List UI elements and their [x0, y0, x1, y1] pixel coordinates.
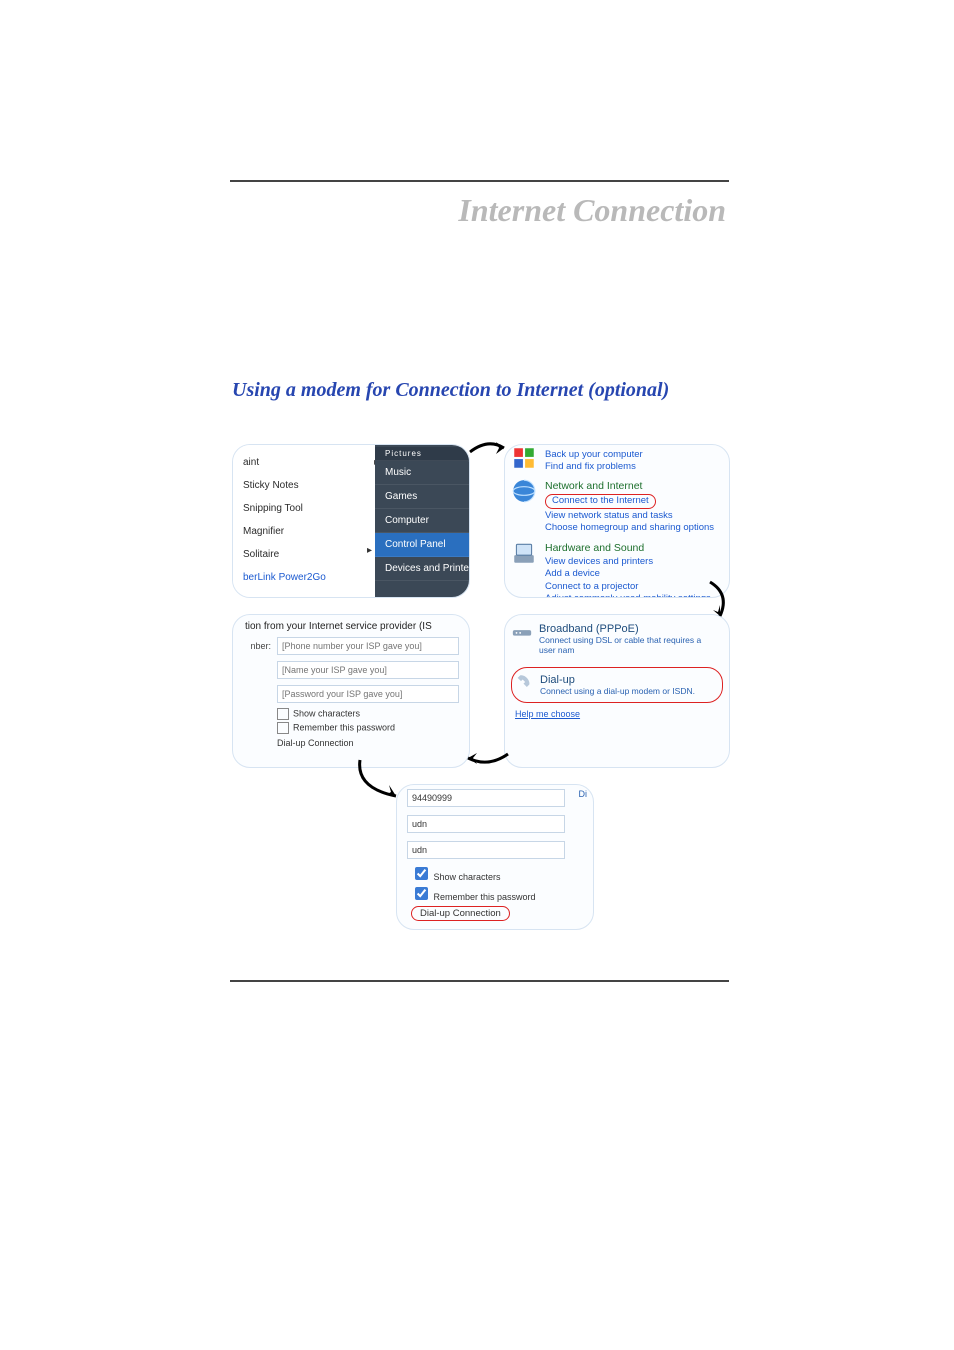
username-input-filled[interactable]	[407, 815, 565, 833]
cp-link-adddev[interactable]: Add a device	[545, 568, 719, 580]
option-dialup[interactable]: Dial-up Connect using a dial-up modem or…	[511, 667, 723, 703]
show-chars-label-filled: Show characters	[434, 872, 501, 882]
cp-cat-hardware[interactable]: Hardware and Sound	[545, 542, 644, 554]
broadband-icon	[511, 621, 533, 643]
start-item-paint[interactable]: aint	[243, 451, 385, 474]
cp-link-mobility[interactable]: Adjust commonly used mobility settings	[545, 593, 719, 598]
broadband-sub: Connect using DSL or cable that requires…	[539, 635, 719, 655]
section-heading: Using a modem for Connection to Internet…	[232, 376, 726, 404]
chapter-title: Internet Connection	[458, 192, 726, 229]
cp-link-netstatus[interactable]: View network status and tasks	[545, 510, 719, 522]
start-ritem-computer[interactable]: Computer	[375, 509, 469, 533]
dialing-rules-fragment: Di	[579, 789, 588, 799]
start-menu-left: aint Sticky Notes Snipping Tool Magnifie…	[233, 445, 385, 597]
dialup-title: Dial-up	[540, 674, 712, 686]
rule-bottom	[230, 980, 729, 982]
show-chars-checkbox[interactable]	[277, 708, 289, 720]
remember-checkbox[interactable]	[277, 722, 289, 734]
dialup-sub: Connect using a dial-up modem or ISDN.	[540, 686, 712, 696]
start-item-power2go[interactable]: berLink Power2Go	[243, 566, 385, 589]
start-item-snipping[interactable]: Snipping Tool	[243, 497, 385, 520]
help-me-choose-link[interactable]: Help me choose	[505, 703, 729, 719]
hardware-icon	[511, 540, 539, 568]
arrow-a-to-b	[468, 438, 508, 458]
network-icon	[511, 478, 539, 506]
dialup-icon	[516, 672, 538, 694]
dialup-wizard-blank: tion from your Internet service provider…	[232, 614, 470, 768]
cp-link-homegroup[interactable]: Choose homegroup and sharing options	[545, 522, 719, 534]
connection-name-filled: Dial-up Connection	[411, 906, 510, 921]
start-ritem-controlpanel[interactable]: Control Panel	[375, 533, 469, 557]
start-item-stickynotes[interactable]: Sticky Notes	[243, 474, 385, 497]
cp-link-projector[interactable]: Connect to a projector	[545, 581, 719, 593]
cp-link-connect-internet[interactable]: Connect to the Internet	[545, 494, 656, 508]
start-menu-screenshot: aint Sticky Notes Snipping Tool Magnifie…	[232, 444, 470, 598]
option-broadband[interactable]: Broadband (PPPoE) Connect using DSL or c…	[505, 615, 729, 663]
password-input[interactable]	[277, 685, 459, 703]
start-item-solitaire[interactable]: Solitaire	[243, 543, 385, 566]
start-ritem-games[interactable]: Games	[375, 485, 469, 509]
phone-label-fragment: nber:	[243, 641, 271, 651]
control-panel-screenshot: Back up your computer Find and fix probl…	[504, 444, 730, 598]
phone-input-filled[interactable]	[407, 789, 565, 807]
show-chars-checkbox-filled[interactable]	[415, 867, 428, 880]
cp-link-devices[interactable]: View devices and printers	[545, 556, 719, 568]
start-ritem-pictures[interactable]: Pictures	[375, 447, 469, 461]
start-ritem-music[interactable]: Music	[375, 461, 469, 485]
dialup-wizard-filled: Di Show characters Remember this passwor…	[396, 784, 594, 930]
username-input[interactable]	[277, 661, 459, 679]
connect-options-screenshot: Broadband (PPPoE) Connect using DSL or c…	[504, 614, 730, 768]
submenu-caret-icon: ▸	[367, 545, 372, 556]
password-input-filled[interactable]	[407, 841, 565, 859]
remember-checkbox-filled[interactable]	[415, 887, 428, 900]
broadband-title: Broadband (PPPoE)	[539, 623, 719, 635]
phone-input[interactable]	[277, 637, 459, 655]
remember-label: Remember this password	[293, 722, 395, 732]
cp-link-backup[interactable]: Back up your computer	[545, 449, 719, 461]
start-item-magnifier[interactable]: Magnifier	[243, 520, 385, 543]
rule-top	[230, 180, 729, 182]
start-menu-right: Pictures Music Games Computer Control Pa…	[375, 445, 469, 597]
show-chars-label: Show characters	[293, 708, 360, 718]
connection-name-value: Dial-up Connection	[233, 734, 469, 748]
flag-icon	[511, 445, 537, 475]
remember-label-filled: Remember this password	[434, 892, 536, 902]
cp-link-fix[interactable]: Find and fix problems	[545, 461, 719, 473]
cp-cat-network[interactable]: Network and Internet	[545, 480, 642, 492]
wizard-header-fragment: tion from your Internet service provider…	[233, 615, 469, 634]
start-ritem-devices[interactable]: Devices and Printe	[375, 557, 469, 581]
